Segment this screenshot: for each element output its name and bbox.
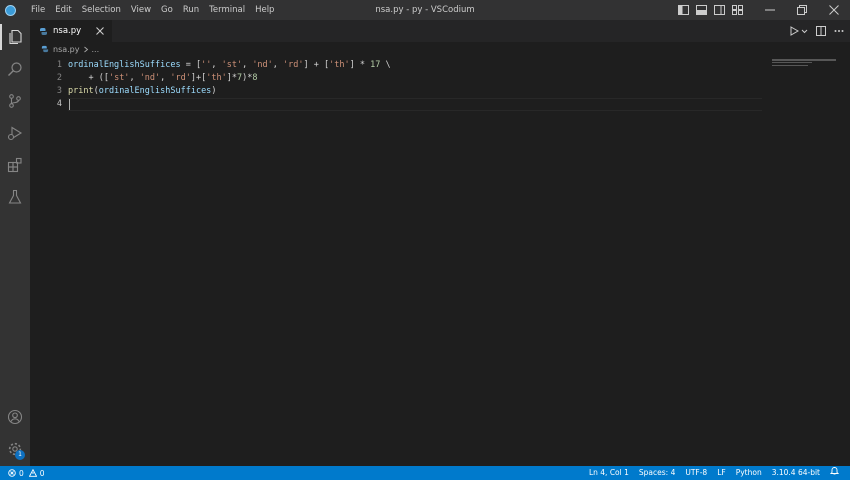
activity-accounts[interactable] — [0, 402, 30, 432]
menu-edit[interactable]: Edit — [50, 0, 76, 20]
close-icon — [829, 5, 839, 15]
run-debug-icon — [7, 126, 23, 141]
breadcrumb: nsa.py ... — [30, 42, 99, 56]
indentation[interactable]: Spaces: 4 — [634, 466, 680, 480]
activity-extensions[interactable] — [0, 150, 30, 180]
account-icon — [7, 409, 23, 425]
line-number: 3 — [56, 86, 62, 96]
code-editor[interactable]: 1 2 3 4 ordinalEnglishSuffices = ['', 's… — [30, 56, 850, 466]
flask-icon — [8, 189, 22, 204]
customize-layout-button[interactable] — [728, 0, 746, 20]
restore-icon — [797, 5, 807, 15]
code-line[interactable]: + (['st', 'nd', 'rd']+['th']*7)*8 — [68, 72, 391, 85]
warning-icon — [28, 469, 37, 477]
cursor-position[interactable]: Ln 4, Col 1 — [584, 466, 634, 480]
chevron-right-icon — [83, 46, 88, 52]
settings-update-badge: 1 — [15, 450, 25, 460]
title-bar-controls — [674, 0, 850, 20]
vscodium-logo-icon — [0, 0, 20, 20]
close-window-button[interactable] — [818, 0, 850, 20]
tab-close-button[interactable] — [94, 25, 106, 37]
close-icon — [96, 27, 104, 35]
editor-actions — [787, 20, 846, 42]
activity-explorer[interactable] — [0, 22, 30, 52]
play-icon — [790, 26, 799, 36]
layout-grid-icon — [731, 5, 743, 15]
code-line[interactable]: ordinalEnglishSuffices = ['', 'st', 'nd'… — [68, 59, 391, 72]
code-lines[interactable]: ordinalEnglishSuffices = ['', 'st', 'nd'… — [68, 59, 391, 111]
minimize-icon — [765, 9, 775, 11]
activity-run-debug[interactable] — [0, 118, 30, 148]
menu-file[interactable]: File — [26, 0, 50, 20]
menu-selection[interactable]: Selection — [77, 0, 126, 20]
files-icon — [9, 29, 22, 45]
extensions-icon — [7, 157, 22, 173]
activity-bar: 1 — [0, 20, 30, 466]
menu-view[interactable]: View — [126, 0, 156, 20]
activity-source-control[interactable] — [0, 86, 30, 116]
editor-tab-bar: nsa.py — [30, 20, 850, 42]
menu-run[interactable]: Run — [178, 0, 204, 20]
breadcrumb-file[interactable]: nsa.py — [53, 45, 80, 54]
minimap[interactable] — [772, 59, 842, 71]
ellipsis-icon — [834, 30, 844, 32]
line-number-gutter: 1 2 3 4 — [30, 59, 62, 111]
source-control-icon — [9, 94, 21, 108]
menu-help[interactable]: Help — [250, 0, 279, 20]
menu-go[interactable]: Go — [156, 0, 178, 20]
line-number: 2 — [56, 73, 62, 83]
status-bar-right: Ln 4, Col 1 Spaces: 4 UTF-8 LF Python 3.… — [584, 466, 844, 480]
split-editor-button[interactable] — [814, 20, 828, 42]
bell-icon — [829, 467, 840, 475]
more-actions-button[interactable] — [832, 20, 846, 42]
python-file-icon — [40, 27, 47, 35]
menu-bar: File Edit Selection View Go Run Terminal… — [26, 0, 279, 20]
run-python-file-button[interactable] — [787, 20, 810, 42]
python-file-icon — [41, 45, 49, 53]
sidebar-right-icon — [713, 5, 725, 15]
split-editor-icon — [816, 26, 826, 36]
error-count: 0 — [19, 468, 24, 478]
problems-indicator[interactable]: 0 0 — [0, 469, 45, 478]
code-line[interactable] — [68, 98, 391, 111]
tab-nsa-py[interactable]: nsa.py — [30, 20, 112, 42]
python-interpreter[interactable]: 3.10.4 64-bit — [767, 466, 825, 480]
line-number: 4 — [56, 99, 62, 109]
chevron-down-icon — [801, 29, 808, 33]
minimize-button[interactable] — [754, 0, 786, 20]
language-mode[interactable]: Python — [731, 466, 767, 480]
toggle-secondary-sidebar-button[interactable] — [710, 0, 728, 20]
code-line[interactable]: print(ordinalEnglishSuffices) — [68, 85, 391, 98]
activity-manage[interactable]: 1 — [0, 434, 30, 464]
breadcrumb-more[interactable]: ... — [92, 45, 100, 54]
warning-count: 0 — [39, 468, 45, 478]
sidebar-left-icon — [677, 5, 689, 15]
activity-testing[interactable] — [0, 182, 30, 212]
text-cursor — [69, 99, 70, 110]
notifications-button[interactable] — [825, 466, 844, 480]
restore-button[interactable] — [786, 0, 818, 20]
error-icon — [8, 469, 16, 477]
end-of-line[interactable]: LF — [712, 466, 731, 480]
file-encoding[interactable]: UTF-8 — [680, 466, 712, 480]
title-bar: File Edit Selection View Go Run Terminal… — [0, 0, 850, 20]
activity-search[interactable] — [0, 54, 30, 84]
tab-label: nsa.py — [53, 26, 82, 36]
toggle-panel-button[interactable] — [692, 0, 710, 20]
search-icon — [8, 62, 22, 76]
menu-terminal[interactable]: Terminal — [204, 0, 250, 20]
panel-bottom-icon — [695, 5, 707, 15]
toggle-primary-sidebar-button[interactable] — [674, 0, 692, 20]
line-number: 1 — [56, 60, 62, 70]
status-bar: 0 0 Ln 4, Col 1 Spaces: 4 UTF-8 LF Pytho… — [0, 466, 850, 480]
vertical-scrollbar[interactable] — [836, 56, 850, 466]
